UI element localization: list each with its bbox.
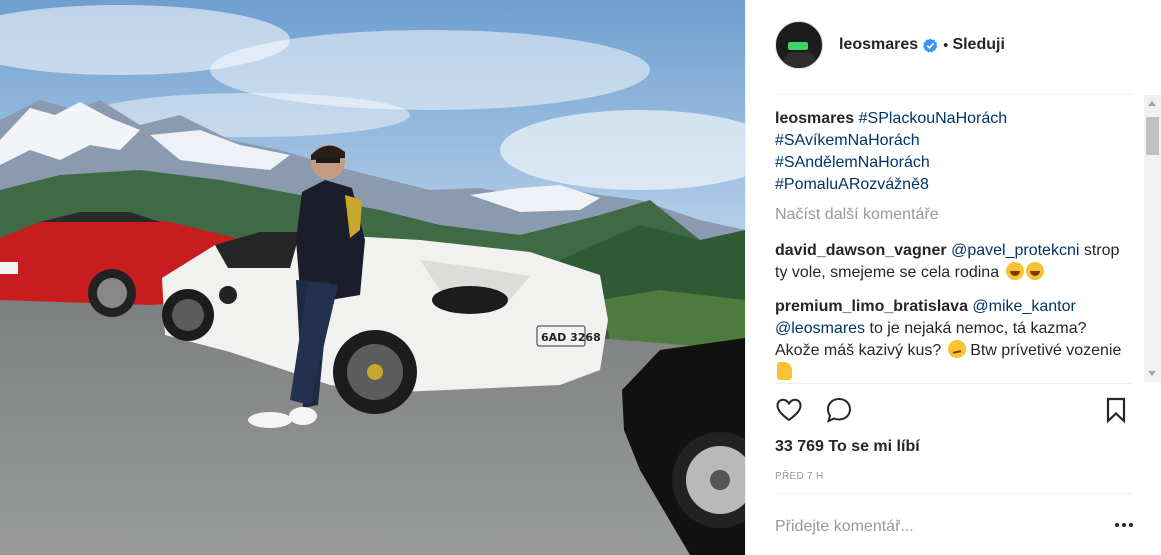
scroll-up-arrow-icon[interactable] xyxy=(1148,101,1156,106)
rofl-emoji-icon xyxy=(1025,262,1044,280)
svg-text:6AD 3268: 6AD 3268 xyxy=(541,331,601,344)
likes-count[interactable]: 33 769 To se mi líbí xyxy=(775,438,920,456)
more-options-icon xyxy=(1122,523,1126,527)
mention-link[interactable]: @mike_kantor xyxy=(972,298,1075,315)
caption-username[interactable]: leosmares xyxy=(775,110,854,127)
more-options-button[interactable] xyxy=(1115,520,1133,530)
load-more-comments-button[interactable]: Načíst další komentáře xyxy=(775,204,1127,226)
comment-username[interactable]: premium_limo_bratislava xyxy=(775,298,968,315)
hashtag-link[interactable]: #PomaluARozvážně8 xyxy=(775,176,929,193)
avatar-accent xyxy=(788,42,808,50)
more-options-icon xyxy=(1129,523,1133,527)
comments-list[interactable]: leosmares #SPlackouNaHorách #SAvíkemNaHo… xyxy=(775,108,1127,380)
post-timestamp: PŘED 7 H xyxy=(775,471,824,482)
post-details-panel: leosmares • Sleduji leosmares #SPlackouN… xyxy=(745,0,1161,555)
post-header: leosmares • Sleduji xyxy=(775,18,1005,72)
avatar-figure xyxy=(784,52,816,68)
comment-text: Btw prívetivé vozenie xyxy=(970,342,1122,359)
comments-scrollbar[interactable] xyxy=(1144,95,1161,382)
bookmark-icon xyxy=(1106,397,1126,424)
post-modal: 6AD 3268 leosmares • Sleduji leosmares #… xyxy=(0,0,1161,555)
avatar[interactable] xyxy=(775,21,823,69)
comment-item: david_dawson_vagner @pavel_protekcni str… xyxy=(775,240,1127,284)
post-photo[interactable]: 6AD 3268 xyxy=(0,0,745,555)
hashtag-link[interactable]: #SAndělemNaHorách xyxy=(775,154,930,171)
comment-username[interactable]: david_dawson_vagner xyxy=(775,242,947,259)
comment-item: premium_limo_bratislava @mike_kantor @le… xyxy=(775,296,1127,380)
like-button[interactable] xyxy=(775,396,805,426)
more-options-icon xyxy=(1115,523,1119,527)
header-divider xyxy=(775,94,1132,95)
hashtag-link[interactable]: #SPlackouNaHorách xyxy=(859,110,1008,127)
author-username[interactable]: leosmares xyxy=(839,36,918,54)
scroll-down-arrow-icon[interactable] xyxy=(1148,371,1156,376)
comment-input-divider xyxy=(775,493,1132,494)
thinking-emoji-icon xyxy=(947,340,966,358)
thumbs-up-emoji-icon xyxy=(777,362,792,380)
comment-icon xyxy=(826,397,852,423)
post-photo-illustration: 6AD 3268 xyxy=(0,0,745,555)
heart-icon xyxy=(776,398,802,422)
mention-link[interactable]: @pavel_protekcni xyxy=(951,242,1079,259)
post-actions xyxy=(775,396,1132,426)
post-caption: leosmares #SPlackouNaHorách #SAvíkemNaHo… xyxy=(775,108,1127,196)
hashtag-link[interactable]: #SAvíkemNaHorách xyxy=(775,132,920,149)
save-button[interactable] xyxy=(1102,396,1132,426)
follow-button[interactable]: Sleduji xyxy=(952,36,1004,54)
comment-button[interactable] xyxy=(825,396,855,426)
scrollbar-thumb[interactable] xyxy=(1146,117,1159,155)
header-separator: • xyxy=(943,36,949,54)
rofl-emoji-icon xyxy=(1005,262,1024,280)
verified-icon xyxy=(923,38,938,52)
actions-divider xyxy=(775,383,1132,384)
mention-link[interactable]: @leosmares xyxy=(775,320,865,337)
add-comment-input[interactable] xyxy=(775,518,1075,536)
